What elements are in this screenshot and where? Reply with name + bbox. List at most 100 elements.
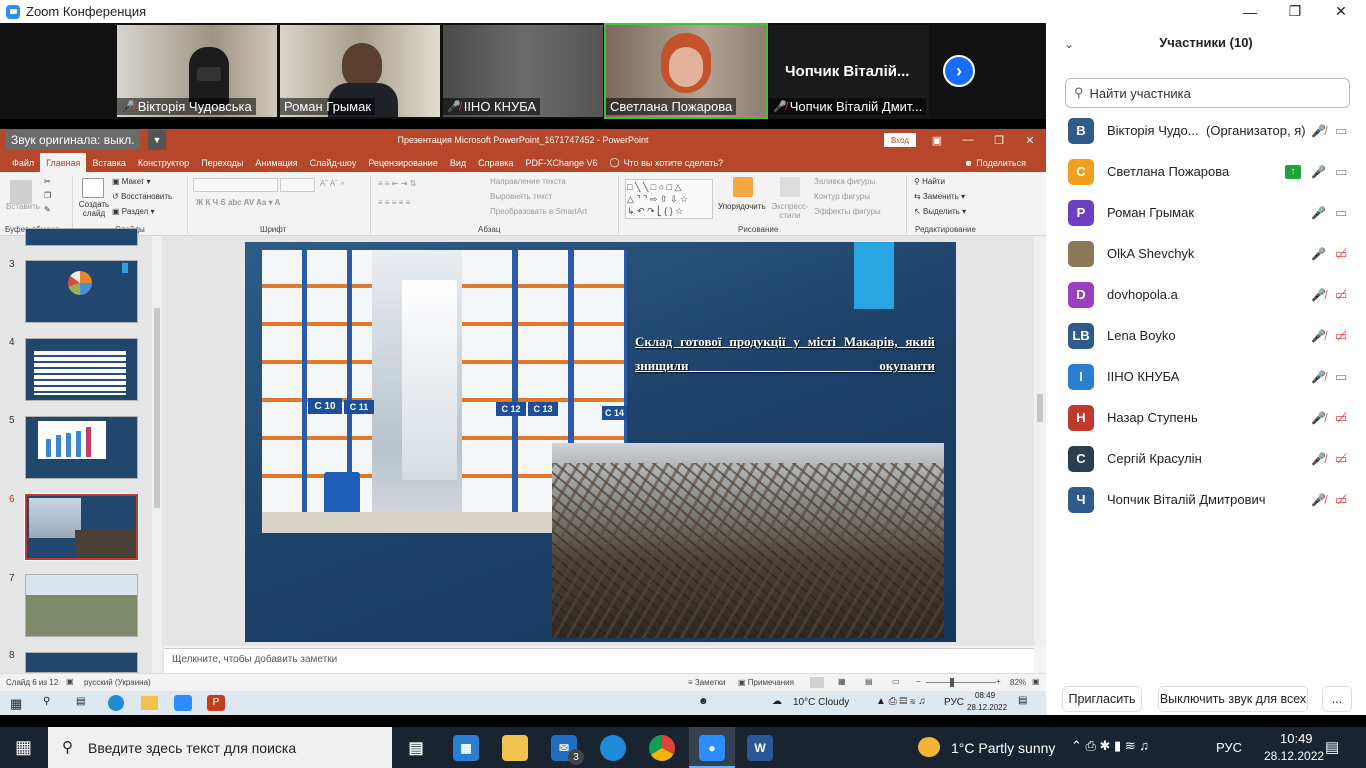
video-off-icon[interactable]: ▭̸: [1335, 492, 1347, 508]
video-tile-active-speaker[interactable]: Светлана Пожарова: [604, 23, 768, 119]
thumbnails-scrollbar[interactable]: [152, 236, 162, 673]
minimize-button[interactable]: —: [1227, 0, 1273, 23]
tab-design[interactable]: Конструктор: [132, 153, 195, 172]
notification-icon[interactable]: ▤: [1018, 695, 1027, 706]
font-format-icons[interactable]: Ж К Ч S abc AV Aa ▾ A: [196, 198, 280, 207]
select-button[interactable]: ↖ Выделить ▾: [914, 207, 966, 216]
video-off-icon[interactable]: ▭̸: [1335, 451, 1347, 467]
search-icon[interactable]: ⚲: [43, 696, 50, 707]
layout-button[interactable]: ▣ Макет ▾: [112, 177, 151, 186]
tab-animation[interactable]: Анимация: [249, 153, 303, 172]
participant-row[interactable]: OlkA Shevchyk 🎤 ▭̸: [1046, 233, 1366, 274]
participant-row[interactable]: LB Lena Boyko 🎤̸ ▭̸: [1046, 315, 1366, 356]
taskbar-weather[interactable]: 1°C Partly sunny: [951, 740, 1055, 756]
copy-icon[interactable]: ❐: [44, 191, 51, 200]
tab-slideshow[interactable]: Слайд-шоу: [304, 153, 363, 172]
video-off-icon[interactable]: ▭̸: [1335, 328, 1347, 344]
ppt-minimize-button[interactable]: —: [953, 129, 983, 151]
login-button[interactable]: Вход: [884, 133, 916, 147]
video-off-icon[interactable]: ▭̸: [1335, 246, 1347, 262]
reset-button[interactable]: ↺ Восстановить: [112, 192, 172, 201]
slide-thumbnail-8[interactable]: [25, 652, 138, 673]
section-button[interactable]: ▣ Раздел ▾: [112, 207, 154, 216]
align-text-button[interactable]: Выровнять текст: [490, 192, 552, 201]
text-direction-button[interactable]: Направление текста: [490, 177, 566, 186]
participant-row[interactable]: В Вікторія Чудо... (Организатор, я) 🎤̸ ▭: [1046, 110, 1366, 151]
participant-row[interactable]: Ч Чопчик Віталій Дмитрович 🎤̸ ▭̸: [1046, 479, 1366, 520]
zoom-in-icon[interactable]: +: [996, 677, 1001, 686]
task-view-icon[interactable]: ▤: [76, 696, 85, 707]
video-tile[interactable]: Роман Грымак: [280, 25, 440, 117]
font-grow-icon[interactable]: Aˆ Aˇ ∘: [320, 179, 345, 188]
fit-slide-icon[interactable]: ▣: [1032, 677, 1040, 686]
tray-icons[interactable]: ▲ ⎙ ▤ ≋ ♫: [876, 696, 926, 707]
more-button[interactable]: ...: [1322, 686, 1352, 712]
notes-toggle[interactable]: ≡ Заметки: [688, 678, 726, 687]
list-icons[interactable]: ≡ ≡ ⇤ ⇥ ⇅: [378, 179, 416, 188]
cut-icon[interactable]: ✂: [44, 177, 51, 186]
tab-review[interactable]: Рецензирование: [362, 153, 444, 172]
zoom-slider[interactable]: [926, 682, 996, 683]
new-slide-icon[interactable]: [82, 178, 104, 198]
slide-thumbnail-4[interactable]: [25, 338, 138, 401]
font-size-select[interactable]: [280, 178, 315, 192]
video-tile[interactable]: 🎤̸ Вікторія Чудовська: [117, 25, 277, 117]
inner-lang[interactable]: РУС: [944, 697, 964, 708]
powerpoint-app-icon[interactable]: P: [207, 695, 225, 711]
inner-date[interactable]: 28.12.2022: [967, 703, 1007, 712]
tab-home[interactable]: Главная: [40, 153, 87, 172]
ribbon-display-icon[interactable]: ▣: [922, 129, 952, 151]
edge-icon[interactable]: [600, 735, 626, 761]
word-icon[interactable]: W: [747, 735, 773, 761]
tab-file[interactable]: Файл: [6, 153, 40, 172]
arrange-button[interactable]: Упорядочить: [718, 202, 766, 211]
inner-time[interactable]: 08:49: [975, 691, 995, 700]
paste-icon[interactable]: [10, 180, 32, 204]
smartart-button[interactable]: Преобразовать в SmartArt: [490, 207, 587, 216]
align-icons[interactable]: ≡ ≡ ≡ ≡ ≡: [378, 198, 410, 207]
chrome-icon[interactable]: [649, 735, 675, 761]
slide-thumbnail-7[interactable]: [25, 574, 138, 637]
explorer-icon[interactable]: [141, 696, 158, 710]
video-icon[interactable]: ▭: [1335, 123, 1347, 139]
tell-me-search[interactable]: ◯ Что вы хотите сделать?: [603, 153, 729, 172]
system-tray-icons[interactable]: ⌃ ⎙ ✱ ▮ ≋ ♫: [1071, 738, 1149, 754]
notes-pane[interactable]: Щелкните, чтобы добавить заметки: [164, 648, 1034, 673]
spellcheck-icon[interactable]: ▣: [66, 677, 74, 686]
language-status[interactable]: русский (Украина): [84, 678, 151, 687]
tab-pdf-xchange[interactable]: PDF-XChange V6: [519, 153, 603, 172]
slide-scrollbar[interactable]: [1034, 236, 1046, 646]
participant-row[interactable]: Р Роман Грымак 🎤 ▭: [1046, 192, 1366, 233]
taskbar-lang[interactable]: РУС: [1216, 740, 1242, 755]
shapes-gallery[interactable]: □ ╲ ╲ □ ○ □ △ △ ⌝ ⌝ ⇨ ⇧ ⇩ ☆ ↳ ↶ ↷ ⎣ { } ☆: [625, 179, 713, 219]
comments-toggle[interactable]: ▣ Примечания: [738, 678, 794, 687]
video-icon[interactable]: ▭: [1335, 164, 1347, 180]
mic-off-icon[interactable]: 🎤̸: [1311, 370, 1326, 384]
mute-all-button[interactable]: Выключить звук для всех: [1158, 686, 1308, 712]
taskbar-search-input[interactable]: ⚲ Введите здесь текст для поиска: [48, 727, 392, 768]
reading-view-icon[interactable]: ▤: [865, 677, 873, 686]
paste-button[interactable]: Вставить: [6, 202, 40, 211]
video-icon[interactable]: ▭: [1335, 369, 1347, 385]
video-tile[interactable]: 🎤̸ ІІНО КНУБА: [443, 25, 603, 117]
quick-styles-icon[interactable]: [780, 177, 800, 197]
mic-off-icon[interactable]: 🎤̸: [1311, 124, 1326, 138]
slide-6[interactable]: C 10 C 11 C 12 C 13 C 14 Склад готової п…: [245, 242, 956, 642]
mic-off-icon[interactable]: 🎤̸: [1311, 452, 1326, 466]
store-icon[interactable]: ▦: [453, 735, 479, 761]
mic-icon[interactable]: 🎤: [1311, 206, 1326, 220]
font-family-select[interactable]: [193, 178, 278, 192]
mic-off-icon[interactable]: 🎤̸: [1311, 329, 1326, 343]
zoom-app-icon[interactable]: [174, 695, 192, 711]
arrange-icon[interactable]: [733, 177, 753, 197]
mic-off-icon[interactable]: 🎤̸: [1311, 493, 1326, 507]
tab-help[interactable]: Справка: [472, 153, 519, 172]
taskbar-time[interactable]: 10:49: [1280, 731, 1313, 746]
slideshow-view-icon[interactable]: ▭: [892, 677, 900, 686]
new-slide-button[interactable]: Создать слайд: [77, 200, 111, 218]
file-explorer-icon[interactable]: [502, 735, 528, 761]
task-view-icon[interactable]: ▤: [403, 735, 429, 761]
zoom-out-icon[interactable]: −: [916, 677, 921, 686]
taskbar-date[interactable]: 28.12.2022: [1264, 749, 1324, 763]
shape-effects-button[interactable]: Эффекты фигуры: [814, 207, 881, 216]
